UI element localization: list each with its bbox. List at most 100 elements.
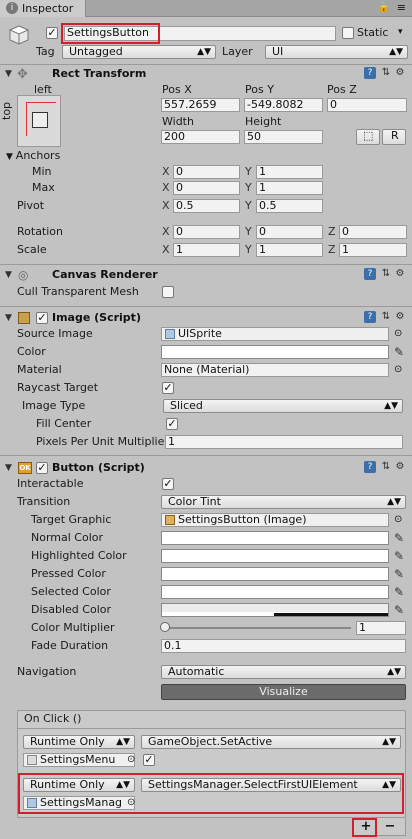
fade-duration-field[interactable]: 0.1 <box>161 639 406 653</box>
fold-arrow-icon[interactable]: ▼ <box>5 266 12 284</box>
pivot-x-field[interactable]: 0.5 <box>173 199 240 213</box>
menu-icon[interactable]: ≡ <box>397 1 406 14</box>
max-x-field[interactable]: 0 <box>173 181 240 195</box>
help-icon[interactable]: ? <box>364 311 376 323</box>
color-swatch[interactable] <box>161 345 389 359</box>
transition-dropdown[interactable]: Color Tint ▲▼ <box>161 495 406 509</box>
scale-x-field[interactable]: 1 <box>173 243 240 257</box>
pos-y-field[interactable]: -549.8082 <box>244 98 323 112</box>
function-dropdown[interactable]: GameObject.SetActive ▲▼ <box>141 735 401 749</box>
rot-z-field[interactable]: 0 <box>339 225 407 239</box>
pressed-color-label: Pressed Color <box>31 567 106 580</box>
highlighted-color-swatch[interactable] <box>161 549 389 563</box>
blueprint-mode-button[interactable]: ⬚ <box>356 129 380 145</box>
image-header[interactable]: ▼ ✓ Image (Script) ? ⇅ ⚙ <box>0 309 412 327</box>
pos-z-label: Pos Z <box>327 83 357 96</box>
pressed-color-swatch[interactable] <box>161 567 389 581</box>
target-graphic-label: Target Graphic <box>31 513 112 526</box>
target-graphic-field[interactable]: SettingsButton (Image) <box>161 513 389 527</box>
lock-icon[interactable]: 🔒 <box>378 2 390 13</box>
object-picker-icon[interactable]: ⊙ <box>394 364 402 375</box>
scale-y-field[interactable]: 1 <box>256 243 323 257</box>
preset-icon[interactable]: ⇅ <box>380 461 392 473</box>
navigation-dropdown[interactable]: Automatic ▲▼ <box>161 665 406 679</box>
highlighted-color-label: Highlighted Color <box>31 549 127 562</box>
disabled-color-swatch[interactable] <box>161 603 389 617</box>
object-picker-icon[interactable]: ⊙ <box>127 754 135 765</box>
visualize-button[interactable]: Visualize <box>161 684 406 700</box>
eyedropper-icon[interactable]: ✎ <box>392 567 406 581</box>
eyedropper-icon[interactable]: ✎ <box>392 585 406 599</box>
fill-center-label: Fill Center <box>36 417 92 430</box>
pos-x-field[interactable]: 557.2659 <box>161 98 240 112</box>
preset-icon[interactable]: ⇅ <box>380 268 392 280</box>
color-multiplier-thumb[interactable] <box>160 622 170 632</box>
preset-icon[interactable]: ⇅ <box>380 67 392 79</box>
canvas-renderer-header[interactable]: ▼ ◎ Canvas Renderer ? ⇅ ⚙ <box>0 266 412 284</box>
fold-arrow-icon[interactable]: ▼ <box>5 65 12 83</box>
eyedropper-icon[interactable]: ✎ <box>392 345 406 359</box>
button-enabled-checkbox[interactable]: ✓ <box>36 462 48 474</box>
pivot-y-field[interactable]: 0.5 <box>256 199 323 213</box>
scale-z-field[interactable]: 1 <box>339 243 407 257</box>
height-field[interactable]: 50 <box>244 130 323 144</box>
layer-dropdown[interactable]: UI ▲▼ <box>265 45 408 59</box>
fold-arrow-icon[interactable]: ▼ <box>5 459 12 477</box>
eyedropper-icon[interactable]: ✎ <box>392 531 406 545</box>
rot-x-field[interactable]: 0 <box>173 225 240 239</box>
tag-dropdown[interactable]: Untagged ▲▼ <box>62 45 216 59</box>
width-field[interactable]: 200 <box>161 130 240 144</box>
interactable-checkbox[interactable]: ✓ <box>162 478 174 490</box>
cull-checkbox[interactable] <box>162 286 174 298</box>
button-header[interactable]: ▼ OK ✓ Button (Script) ? ⇅ ⚙ <box>0 459 412 477</box>
gear-icon[interactable]: ⚙ <box>394 67 406 79</box>
material-field[interactable]: None (Material) <box>161 363 389 377</box>
anchors-text: Anchors <box>15 149 61 162</box>
help-icon[interactable]: ? <box>364 268 376 280</box>
preset-icon[interactable]: ⇅ <box>380 311 392 323</box>
max-y-field[interactable]: 1 <box>256 181 323 195</box>
target-object-field[interactable]: SettingsMenu <box>23 753 135 767</box>
gear-icon[interactable]: ⚙ <box>394 461 406 473</box>
tab-inspector[interactable]: i Inspector <box>0 0 86 17</box>
raycast-label: Raycast Target <box>17 381 99 394</box>
fill-center-checkbox[interactable]: ✓ <box>166 418 178 430</box>
help-icon[interactable]: ? <box>364 67 376 79</box>
ppu-field[interactable]: 1 <box>165 435 403 449</box>
color-multiplier-field[interactable]: 1 <box>356 621 406 635</box>
chevron-down-icon: ▲▼ <box>382 737 396 747</box>
static-checkbox[interactable] <box>342 27 354 39</box>
source-image-field[interactable]: UISprite <box>161 327 389 341</box>
gear-icon[interactable]: ⚙ <box>394 268 406 280</box>
gameobject-active-checkbox[interactable]: ✓ <box>46 27 58 39</box>
raycast-checkbox[interactable]: ✓ <box>162 382 174 394</box>
min-x-field[interactable]: 0 <box>173 165 240 179</box>
anchor-presets-button[interactable] <box>17 95 61 147</box>
pos-z-field[interactable]: 0 <box>327 98 407 112</box>
rot-z-axis: Z <box>328 225 336 238</box>
selected-color-swatch[interactable] <box>161 585 389 599</box>
static-dropdown-icon[interactable]: ▾ <box>398 27 403 37</box>
gameobject-icon <box>27 755 37 765</box>
image-type-dropdown[interactable]: Sliced ▲▼ <box>163 399 403 413</box>
runtime-dropdown[interactable]: Runtime Only ▲▼ <box>23 735 135 749</box>
fold-arrow-icon[interactable]: ▼ <box>6 152 16 162</box>
gear-icon[interactable]: ⚙ <box>394 311 406 323</box>
image-enabled-checkbox[interactable]: ✓ <box>36 312 48 324</box>
fold-arrow-icon[interactable]: ▼ <box>5 309 12 327</box>
object-picker-icon[interactable]: ⊙ <box>394 328 402 339</box>
remove-event-button[interactable]: − <box>382 820 398 834</box>
min-y-field[interactable]: 1 <box>256 165 323 179</box>
object-picker-icon[interactable]: ⊙ <box>394 514 402 525</box>
rot-y-axis: Y <box>245 225 252 238</box>
normal-color-swatch[interactable] <box>161 531 389 545</box>
eyedropper-icon[interactable]: ✎ <box>392 549 406 563</box>
color-multiplier-slider[interactable] <box>163 627 351 629</box>
eyedropper-icon[interactable]: ✎ <box>392 603 406 617</box>
raw-edit-button[interactable]: R <box>382 129 406 145</box>
help-icon[interactable]: ? <box>364 461 376 473</box>
transition-label: Transition <box>17 495 71 508</box>
rot-y-field[interactable]: 0 <box>256 225 323 239</box>
rect-transform-header[interactable]: ▼ ✥ Rect Transform ? ⇅ ⚙ <box>0 65 412 83</box>
argument-checkbox[interactable]: ✓ <box>143 754 155 766</box>
